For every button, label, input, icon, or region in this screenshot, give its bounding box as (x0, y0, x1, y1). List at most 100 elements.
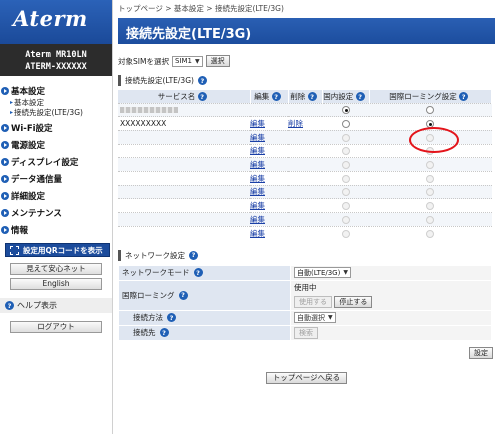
roaming-radio (426, 202, 435, 211)
menu-bullet-icon (1, 226, 9, 234)
domestic-radio (341, 147, 350, 156)
help-icon: ? (5, 301, 14, 310)
menu-wifi-settings[interactable]: Wi-Fi設定 (1, 122, 112, 134)
help-icon[interactable]: ? (159, 328, 169, 338)
menu-advanced-settings[interactable]: 詳細設定 (1, 190, 112, 202)
roaming-row: 国際ローミング? 使用中 使用する 停止する (118, 279, 492, 311)
col-edit: 編集 ? (250, 90, 289, 103)
col-roaming: 国際ローミング設定 ? (369, 90, 492, 103)
roaming-stop-button[interactable]: 停止する (334, 296, 373, 309)
help-icon[interactable]: ? (271, 92, 281, 102)
menu-data-usage[interactable]: データ通信量 (1, 173, 112, 185)
sim-select-row: 対象SIMを選択 SIM1 ▼ 選択 (118, 55, 500, 67)
menu-power-settings[interactable]: 電源設定 (1, 139, 112, 151)
connection-method-row: 接続方法? 自動選択 ▼ (118, 309, 492, 326)
menu-maintenance[interactable]: メンテナンス (1, 207, 112, 219)
help-icon[interactable]: ? (193, 268, 203, 278)
edit-link[interactable]: 編集 (250, 146, 265, 155)
help-icon[interactable]: ? (307, 92, 317, 102)
aterm-logo: Aterm (0, 0, 112, 44)
menu-sub-basic[interactable]: ▸ 基本設定 (1, 97, 112, 107)
service-name (118, 170, 250, 186)
menu-bullet-icon (1, 209, 9, 217)
delete-link[interactable]: 削除 (288, 119, 303, 128)
edit-link[interactable]: 編集 (250, 160, 265, 169)
roaming-radio (426, 229, 435, 238)
menu-basic-settings[interactable]: 基本設定 (1, 85, 112, 97)
service-name (118, 157, 250, 172)
chevron-down-icon: ▼ (328, 314, 333, 322)
roaming-radio (426, 188, 435, 197)
select-button[interactable]: 選択 (205, 55, 230, 67)
set-button[interactable]: 設定 (469, 346, 493, 359)
mieru-anshin-button[interactable]: 見えて安心ネット (10, 263, 102, 275)
edit-link[interactable]: 編集 (250, 119, 265, 128)
menu-sub-apn[interactable]: ▸ 接続先設定(LTE/3G) (1, 107, 112, 117)
domestic-radio[interactable] (341, 120, 350, 129)
domestic-radio (341, 215, 350, 224)
apn-row: 編集 (118, 157, 492, 172)
domestic-radio (341, 174, 350, 183)
destination-row: 接続先? 検索 (118, 324, 492, 341)
model-name: Aterm MR10LN (25, 50, 87, 60)
sim-select-label: 対象SIMを選択 (118, 56, 169, 66)
network-mode-select[interactable]: 自動(LTE/3G) ▼ (294, 267, 351, 279)
service-name-redacted (118, 102, 250, 117)
apn-row: 編集 (118, 170, 492, 186)
help-icon[interactable]: ? (178, 290, 188, 300)
menu-bullet-icon (1, 192, 9, 200)
apn-table: サービス名 ? 編集 ? 削除 ? 国内設定 ? 国際ローミング設定 ? XXX… (118, 90, 492, 240)
menu-display-settings[interactable]: ディスプレイ設定 (1, 156, 112, 168)
roaming-use-button[interactable]: 使用する (294, 296, 332, 309)
menu-bullet-icon (1, 175, 9, 183)
qr-code-icon (10, 245, 19, 255)
service-name: XXXXXXXXX (118, 116, 250, 131)
help-icon[interactable]: ? (167, 313, 176, 323)
help-icon[interactable]: ? (197, 76, 207, 85)
help-icon[interactable]: ? (197, 92, 207, 102)
triangle-icon: ▸ (10, 108, 14, 116)
sim-select[interactable]: SIM1 ▼ (171, 55, 203, 67)
menu-bullet-icon (1, 158, 9, 166)
edit-link[interactable]: 編集 (250, 174, 265, 183)
apn-row: 編集 (118, 198, 492, 213)
search-button[interactable]: 検索 (294, 326, 318, 339)
help-icon[interactable]: ? (459, 92, 469, 102)
logout-button[interactable]: ログアウト (10, 321, 102, 333)
menu-bullet-icon (1, 141, 9, 149)
roaming-radio (426, 174, 435, 183)
roaming-radio (426, 215, 435, 224)
menu-info[interactable]: 情報 (1, 224, 112, 236)
col-service-name: サービス名 ? (118, 90, 251, 103)
domestic-radio (341, 202, 350, 211)
edit-link[interactable]: 編集 (250, 215, 265, 224)
edit-link[interactable]: 編集 (250, 187, 265, 196)
edit-link[interactable]: 編集 (250, 229, 265, 238)
domestic-radio[interactable] (341, 106, 350, 115)
service-name (118, 212, 250, 227)
connection-method-select[interactable]: 自動選択 ▼ (294, 312, 336, 324)
help-icon[interactable]: ? (355, 92, 365, 102)
roaming-radio[interactable] (426, 106, 435, 115)
help-toggle[interactable]: ? ヘルプ表示 (0, 298, 112, 313)
apn-row: 編集 (118, 212, 492, 227)
main-content: トップページ > 基本設定 > 接続先設定(LTE/3G) 接続先設定(LTE/… (113, 0, 500, 434)
roaming-status: 使用中 (294, 283, 317, 293)
help-icon[interactable]: ? (189, 250, 198, 260)
side-menu: 基本設定 ▸ 基本設定 ▸ 接続先設定(LTE/3G) Wi-Fi設定 電源設定 デ… (0, 76, 112, 236)
service-name (118, 143, 250, 158)
triangle-icon: ▸ (10, 98, 14, 106)
edit-link[interactable]: 編集 (250, 201, 265, 210)
col-domestic: 国内設定 ? (322, 90, 370, 103)
english-button[interactable]: English (10, 278, 102, 290)
highlight-ring (409, 127, 459, 153)
show-qr-button[interactable]: 設定用QRコードを表示 (5, 243, 110, 257)
apn-section-heading: 接続先設定(LTE/3G) ? (118, 75, 500, 86)
service-name (118, 198, 250, 213)
apn-row (118, 102, 492, 117)
back-to-top-button[interactable]: トップページへ戻る (265, 371, 348, 384)
sidebar: Aterm Aterm MR10LN ATERM-XXXXXX 基本設定 ▸ 基本… (0, 0, 113, 434)
apn-row: 編集 (118, 184, 492, 199)
device-id: ATERM-XXXXXX (25, 62, 87, 72)
edit-link[interactable]: 編集 (250, 133, 265, 142)
